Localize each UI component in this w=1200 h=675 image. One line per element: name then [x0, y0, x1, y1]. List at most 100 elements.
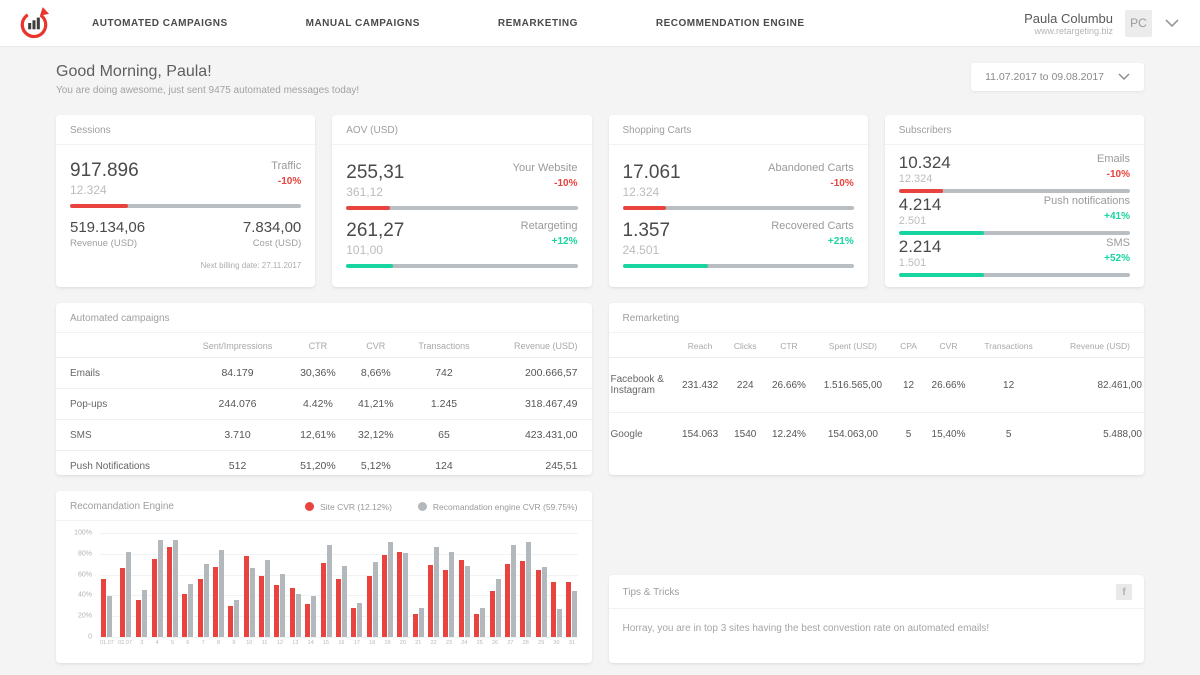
bar-group: 6 — [182, 533, 193, 646]
site-cvr-bar — [228, 606, 233, 637]
progress-fill — [899, 273, 985, 277]
site-cvr-bar — [474, 614, 479, 637]
cell-value: 26.66% — [765, 358, 813, 413]
x-axis-label: 22 — [431, 640, 437, 646]
stat-cards-row: Sessions917.89612.324Traffic-10%519.134,… — [56, 115, 1144, 287]
bar-pair — [474, 533, 485, 637]
table-row: Push Notifications51251,20%5,12%124245,5… — [56, 451, 592, 476]
cell-value: 84.179 — [186, 358, 289, 389]
stat-card-header: Sessions — [56, 115, 315, 145]
metric-change-badge: -10% — [271, 176, 301, 187]
bar-pair — [321, 533, 332, 637]
site-cvr-bar — [566, 582, 571, 637]
row-label: Emails — [56, 358, 186, 389]
table-row: Emails84.17930,36%8,66%742200.666,57 — [56, 358, 592, 389]
bar-group: 26 — [490, 533, 501, 646]
column-header: Revenue (USD) — [483, 333, 591, 358]
x-axis-label: 15 — [323, 640, 329, 646]
engine-cvr-bar — [511, 545, 516, 637]
bar-group: 31 — [566, 533, 577, 646]
metric-row: 1.35724.501Recovered Carts+21% — [623, 220, 854, 268]
y-axis-tick: 80% — [78, 550, 92, 557]
bar-group: 3 — [136, 533, 147, 646]
progress-track — [346, 264, 577, 268]
column-header: Sent/Impressions — [186, 333, 289, 358]
nav-item-recommendation-engine[interactable]: RECOMMENDATION ENGINE — [656, 18, 805, 29]
engine-cvr-bar — [173, 540, 178, 637]
bar-group: 30 — [551, 533, 562, 646]
metric-previous-value: 12.324 — [70, 183, 139, 197]
column-header: CPA — [893, 333, 925, 358]
table-header: ReachClicksCTRSpent (USD)CPACVRTransacti… — [609, 333, 1145, 358]
metric-value: 17.061 — [623, 162, 681, 184]
site-cvr-bar — [336, 579, 341, 637]
right-column: Tips & Tricks f Horray, you are in top 3… — [609, 491, 1145, 663]
metric-top: 10.32412.324Emails-10% — [899, 153, 1130, 185]
bar-group: 28 — [520, 533, 531, 646]
avatar[interactable]: PC — [1125, 10, 1152, 37]
x-axis-label: 31 — [569, 640, 575, 646]
table-row: Google154.063154012.24%154.063,00515,40%… — [609, 413, 1145, 457]
tips-text: Horray, you are in top 3 sites having th… — [609, 609, 1145, 648]
table-header-row: Sent/ImpressionsCTRCVRTransactionsRevenu… — [56, 333, 592, 358]
bar-group: 4 — [152, 533, 163, 646]
site-cvr-bar — [101, 579, 106, 637]
nav-item-remarketing[interactable]: REMARKETING — [498, 18, 578, 29]
site-cvr-bar — [305, 604, 310, 637]
row-label: Google — [609, 413, 675, 457]
retargeting-logo[interactable] — [16, 5, 52, 41]
cell-value: 244.076 — [186, 389, 289, 420]
top-nav-bar: AUTOMATED CAMPAIGNS MANUAL CAMPAIGNS REMAR… — [0, 0, 1200, 47]
billing-date-note: Next billing date: 27.11.2017 — [70, 261, 301, 270]
column-header: CTR — [765, 333, 813, 358]
stat-card-subscribers: Subscribers10.32412.324Emails-10%4.2142.… — [885, 115, 1144, 287]
bar-pair — [566, 533, 577, 637]
stat-card-title: Sessions — [70, 125, 301, 136]
cost-value: 7.834,00 — [243, 219, 301, 236]
column-header: CVR — [347, 333, 405, 358]
metric-left: 4.2142.501 — [899, 195, 942, 227]
engine-cvr-bar — [526, 542, 531, 637]
progress-track — [899, 273, 1130, 277]
bar-group: 17 — [351, 533, 362, 646]
progress-track — [70, 204, 301, 208]
automated-campaigns-card: Automated campaigns Sent/ImpressionsCTRC… — [56, 303, 592, 475]
metric-left: 10.32412.324 — [899, 153, 951, 185]
facebook-icon[interactable]: f — [1116, 584, 1132, 600]
metric-change-badge: -10% — [768, 178, 854, 189]
bar-group: 25 — [474, 533, 485, 646]
stat-card-sessions: Sessions917.89612.324Traffic-10%519.134,… — [56, 115, 315, 287]
nav-item-automated-campaigns[interactable]: AUTOMATED CAMPAIGNS — [92, 18, 228, 29]
metric-top: 255,31361,12Your Website-10% — [346, 162, 577, 199]
stat-card-title: Shopping Carts — [623, 125, 854, 136]
site-cvr-bar — [182, 594, 187, 637]
nav-item-manual-campaigns[interactable]: MANUAL CAMPAIGNS — [306, 18, 420, 29]
metric-right: SMS+52% — [1104, 237, 1130, 264]
revenue-label: Revenue (USD) — [70, 238, 145, 249]
cell-value: 12.24% — [765, 413, 813, 457]
x-axis-label: 8 — [217, 640, 220, 646]
date-range-picker[interactable]: 11.07.2017 to 09.08.2017 — [971, 63, 1144, 91]
metric-change-badge: +12% — [521, 236, 578, 247]
site-cvr-bar — [120, 568, 125, 637]
metric-value: 261,27 — [346, 220, 404, 242]
site-cvr-bar — [274, 585, 279, 637]
site-cvr-bar — [198, 579, 203, 637]
column-header: Reach — [675, 333, 726, 358]
cell-value: 32,12% — [347, 420, 405, 451]
bar-pair — [490, 533, 501, 637]
x-axis-label: 24 — [461, 640, 467, 646]
bar-pair — [382, 533, 393, 637]
cell-value: 12 — [893, 358, 925, 413]
column-header: CTR — [289, 333, 347, 358]
footer-left: 519.134,06Revenue (USD) — [70, 219, 145, 249]
bar-pair — [459, 533, 470, 637]
metric-value: 255,31 — [346, 162, 404, 184]
cell-value: 30,36% — [289, 358, 347, 389]
column-header: Transactions — [405, 333, 484, 358]
metric-previous-value: 2.501 — [899, 215, 942, 227]
engine-cvr-bar — [557, 609, 562, 637]
bar-group: 29 — [536, 533, 547, 646]
metric-label: Emails — [1097, 153, 1130, 165]
chevron-down-icon[interactable] — [1164, 18, 1180, 28]
